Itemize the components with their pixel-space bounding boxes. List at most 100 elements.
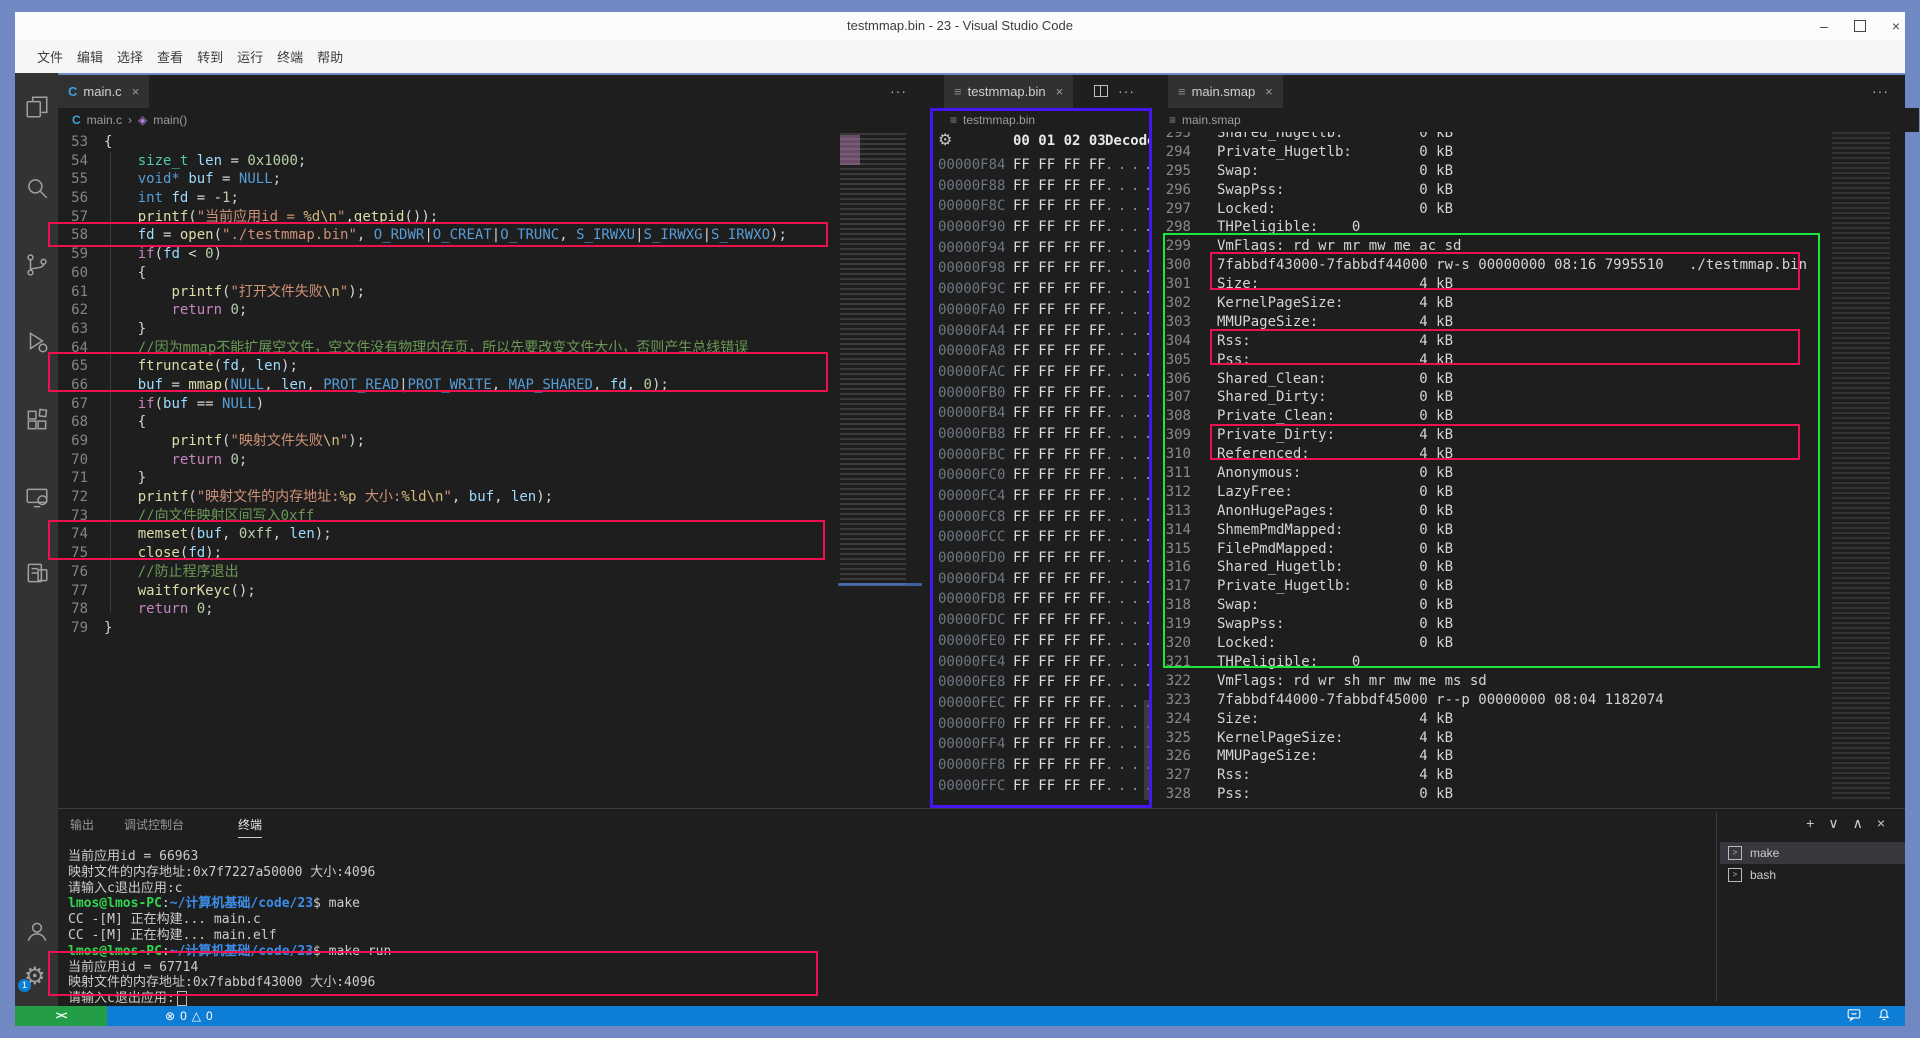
tab-main-smap[interactable]: ≡ main.smap ×: [1168, 75, 1283, 108]
code-editor[interactable]: 53{54 size_t len = 0x1000;55 void* buf =…: [62, 133, 830, 808]
hex-row: 00000FE8FF FF FF FF....: [938, 672, 1150, 693]
hex-editor[interactable]: 00000F84FF FF FF FF....00000F88FF FF FF …: [938, 155, 1150, 800]
breadcrumb-main-c[interactable]: C main.c › ◈ main(): [58, 108, 944, 132]
code-line: 77 waitforKeyc();: [62, 582, 830, 601]
source-control-icon[interactable]: [24, 252, 50, 278]
minimize-button[interactable]: –: [1820, 18, 1828, 34]
minimap-main-c[interactable]: [840, 133, 906, 588]
tab-testmmap-bin[interactable]: ≡ testmmap.bin ×: [944, 75, 1073, 108]
smap-line: 303MMUPageSize: 4 kB: [1163, 313, 1828, 332]
account-icon[interactable]: [24, 918, 50, 944]
file-icon: ≡: [954, 75, 962, 108]
close-button[interactable]: ×: [1892, 18, 1900, 34]
menu-item-1[interactable]: 文件: [37, 47, 63, 66]
code-line: 76 //防止程序退出: [62, 563, 830, 582]
search-icon[interactable]: [24, 175, 50, 201]
hex-row: 00000FB4FF FF FF FF....: [938, 403, 1150, 424]
tab-label: main.c: [83, 75, 121, 108]
editor2-more-actions[interactable]: ···: [1118, 75, 1135, 108]
file-icon: ≡: [950, 108, 957, 132]
code-line: 70 return 0;: [62, 451, 830, 470]
hex-row: 00000FE4FF FF FF FF....: [938, 652, 1150, 673]
hex-row: 00000FC0FF FF FF FF....: [938, 465, 1150, 486]
smap-editor[interactable]: 293Shared_Hugetlb: 0 kB294Private_Hugetl…: [1163, 124, 1828, 806]
smap-line: 308Private_Clean: 0 kB: [1163, 407, 1828, 426]
code-line: 73 //向文件映射区间写入0xff: [62, 507, 830, 526]
explorer-icon[interactable]: [24, 94, 50, 120]
chevron-up-icon[interactable]: ∧: [1853, 815, 1863, 832]
terminal-line: 请输入c退出应用:: [68, 991, 1708, 1006]
code-line: 66 buf = mmap(NULL, len, PROT_READ|PROT_…: [62, 376, 830, 395]
code-line: 71 }: [62, 469, 830, 488]
tab-close-icon[interactable]: ×: [132, 75, 140, 108]
code-line: 79}: [62, 619, 830, 638]
remote-indicator[interactable]: ><: [15, 1006, 107, 1026]
menu-item-6[interactable]: 运行: [237, 47, 263, 66]
smap-line: 311Anonymous: 0 kB: [1163, 464, 1828, 483]
chevron-down-icon[interactable]: ∨: [1828, 815, 1838, 832]
menu-item-8[interactable]: 帮助: [317, 47, 343, 66]
code-line: 68 {: [62, 413, 830, 432]
remote-explorer-icon[interactable]: [24, 485, 50, 511]
terminal-line: 当前应用id = 66963: [68, 849, 1708, 865]
terminal-output[interactable]: 当前应用id = 66963映射文件的内存地址:0x7f7227a50000 大…: [68, 849, 1708, 1006]
hex-row: 00000F90FF FF FF FF....: [938, 217, 1150, 238]
extensions-icon[interactable]: [24, 407, 50, 433]
hex-row: 00000FD0FF FF FF FF....: [938, 548, 1150, 569]
breadcrumb-main-smap[interactable]: ≡ main.smap: [1155, 108, 1919, 132]
problems-status[interactable]: ⊗ 0 △ 0: [165, 1006, 213, 1026]
terminal-list-item-make[interactable]: >make: [1720, 842, 1905, 864]
smap-line: 326MMUPageSize: 4 kB: [1163, 747, 1828, 766]
hex-row: 00000FC4FF FF FF FF....: [938, 486, 1150, 507]
hex-row: 00000F84FF FF FF FF....: [938, 155, 1150, 176]
minimap-main-smap[interactable]: [1832, 112, 1890, 802]
menu-item-3[interactable]: 选择: [117, 47, 143, 66]
window-title: testmmap.bin - 23 - Visual Studio Code: [847, 18, 1073, 33]
split-editor-icon[interactable]: [1094, 85, 1108, 97]
code-line: 74 memset(buf, 0xff, len);: [62, 525, 830, 544]
tab-close-icon[interactable]: ×: [1056, 75, 1064, 108]
menu-item-2[interactable]: 编辑: [77, 47, 103, 66]
minimap-accent: [840, 135, 860, 165]
bell-icon[interactable]: [1877, 1008, 1891, 1025]
menu-item-7[interactable]: 终端: [277, 47, 303, 66]
code-line: 59 if(fd < 0): [62, 245, 830, 264]
hex-row: 00000FBCFF FF FF FF....: [938, 445, 1150, 466]
menu-item-5[interactable]: 转到: [197, 47, 223, 66]
smap-line: 297Locked: 0 kB: [1163, 200, 1828, 219]
panel-tab-terminal[interactable]: 终端: [238, 816, 262, 838]
smap-line: 296SwapPss: 0 kB: [1163, 181, 1828, 200]
close-panel-icon[interactable]: ×: [1877, 815, 1885, 832]
tab-label: main.smap: [1192, 75, 1256, 108]
maximize-button[interactable]: [1854, 20, 1866, 32]
hex-row: 00000F9CFF FF FF FF....: [938, 279, 1150, 300]
settings-gear-icon[interactable]: ⚙ 1: [24, 965, 50, 991]
terminal-list-item-bash[interactable]: >bash: [1720, 864, 1905, 886]
hex-scrollbar-thumb[interactable]: [1144, 700, 1151, 800]
tab-close-icon[interactable]: ×: [1265, 75, 1273, 108]
smap-line: 317Private_Hugetlb: 0 kB: [1163, 577, 1828, 596]
smap-line: 301Size: 4 kB: [1163, 275, 1828, 294]
code-line: 58 fd = open("./testmmap.bin", O_RDWR|O_…: [62, 226, 830, 245]
warning-count: 0: [206, 1006, 213, 1026]
hex-header: 00 01 02 03 Decoded: [938, 133, 1150, 153]
menu-item-4[interactable]: 查看: [157, 47, 183, 66]
smap-line: 322VmFlags: rd wr sh mr mw me ms sd: [1163, 672, 1828, 691]
code-line: 64 //因为mmap不能扩展空文件，空文件没有物理内存页，所以先要改变文件大小…: [62, 339, 830, 358]
breadcrumb-testmmap[interactable]: ≡ testmmap.bin: [930, 108, 1175, 132]
panel-actions: + ∨ ∧ ×: [1806, 815, 1885, 832]
smap-line: 299VmFlags: rd wr mr mw me ac sd: [1163, 237, 1828, 256]
hex-row: 00000FB0FF FF FF FF....: [938, 383, 1150, 404]
tab-main-c[interactable]: C main.c ×: [58, 75, 149, 108]
feedback-icon[interactable]: [1847, 1008, 1861, 1025]
notebook-icon[interactable]: [24, 560, 50, 586]
hex-row: 00000F8CFF FF FF FF....: [938, 196, 1150, 217]
file-icon: ≡: [1178, 75, 1186, 108]
editor1-more-actions[interactable]: ···: [890, 75, 907, 108]
smap-line: 313AnonHugePages: 0 kB: [1163, 502, 1828, 521]
panel-tab-debug-console[interactable]: 调试控制台: [124, 816, 184, 833]
panel-tab-output[interactable]: 输出: [70, 816, 94, 833]
editor3-more-actions[interactable]: ···: [1872, 75, 1889, 108]
run-debug-icon[interactable]: [24, 329, 50, 355]
new-terminal-icon[interactable]: +: [1806, 815, 1814, 832]
